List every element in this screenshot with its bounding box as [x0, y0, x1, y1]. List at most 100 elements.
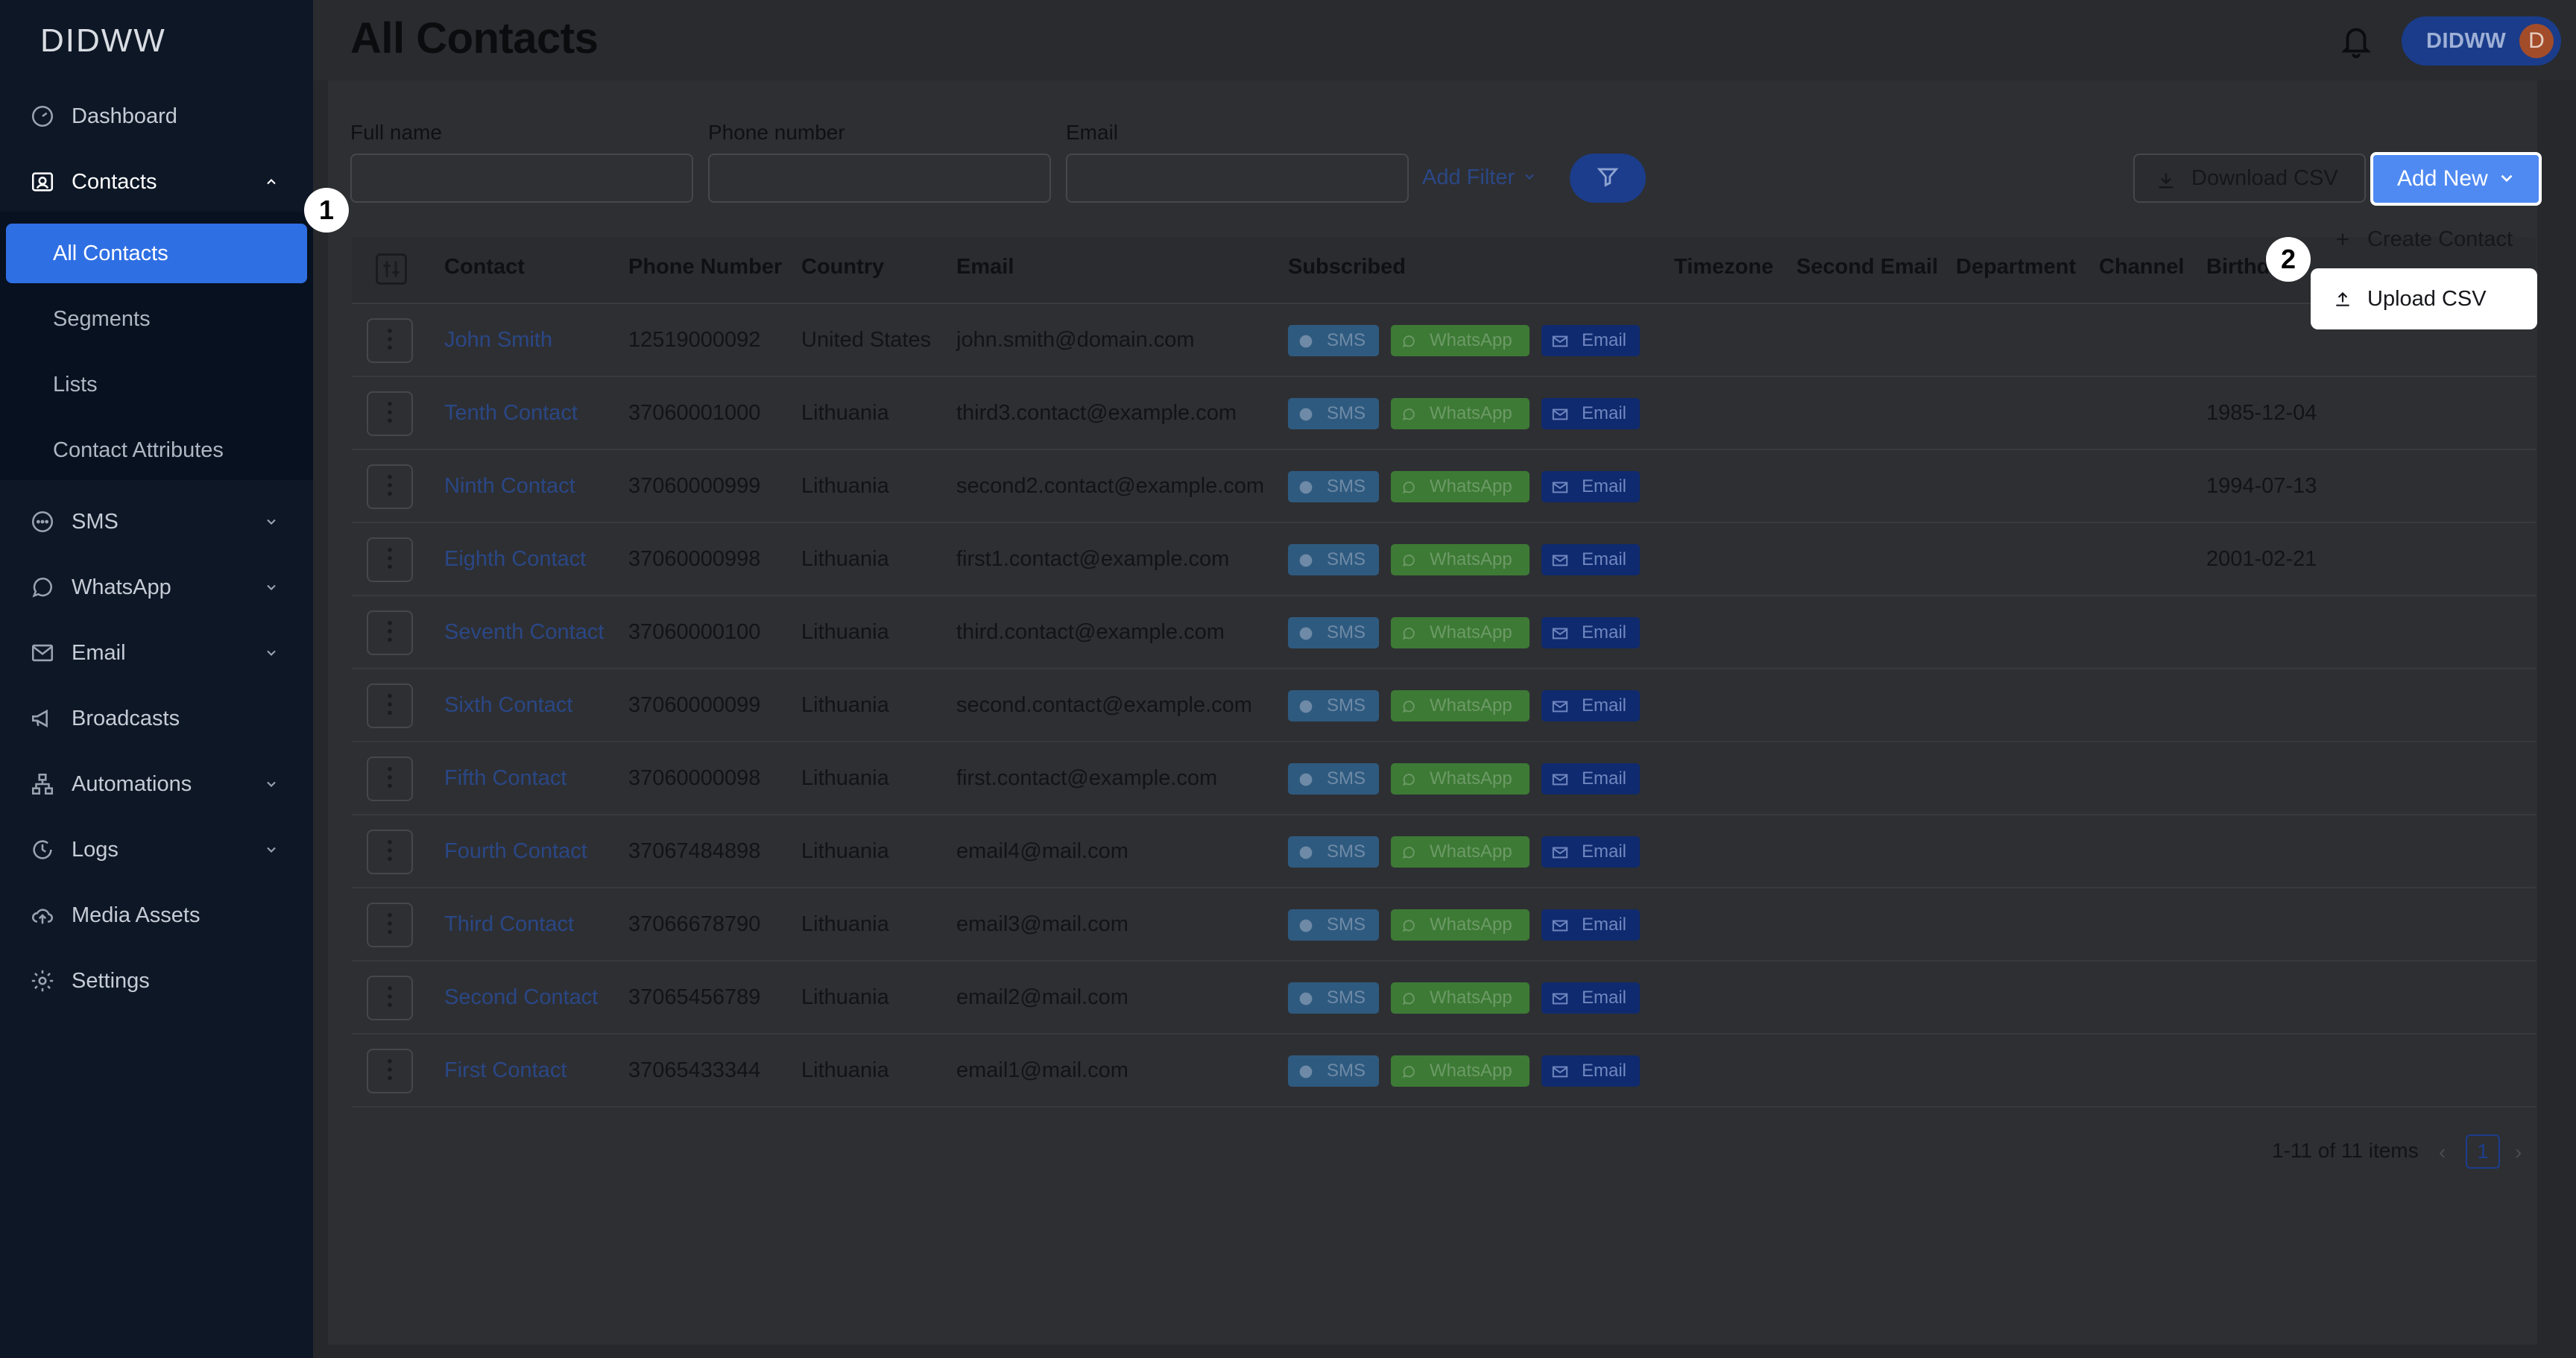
upload-csv-option[interactable]: Upload CSV	[2311, 268, 2537, 329]
contact-name-link[interactable]: Fourth Contact	[444, 839, 587, 864]
add-new-button[interactable]: Add New	[2370, 152, 2542, 206]
notification-bell-icon[interactable]	[2339, 22, 2373, 60]
upload-csv-label: Upload CSV	[2367, 286, 2487, 311]
mail-icon	[1552, 771, 1568, 792]
sms-badge: SMS	[1288, 836, 1379, 868]
column-header-email[interactable]: Email	[956, 255, 1014, 280]
row-actions-button[interactable]	[367, 683, 413, 728]
contact-name-link[interactable]: Third Contact	[444, 912, 574, 937]
email-cell: john.smith@domain.com	[956, 328, 1195, 352]
contact-name-link[interactable]: Ninth Contact	[444, 474, 575, 499]
row-actions-button[interactable]	[367, 903, 413, 947]
sidebar-item-contacts[interactable]: Contacts	[0, 152, 313, 212]
country-cell: Lithuania	[801, 985, 889, 1009]
page-title: All Contacts	[350, 14, 599, 63]
sidebar-item-automations[interactable]: Automations	[0, 754, 313, 814]
contact-name-link[interactable]: Eighth Contact	[444, 547, 586, 572]
row-actions-button[interactable]	[367, 757, 413, 801]
kebab-icon	[386, 693, 394, 719]
column-header-channel[interactable]: Channel	[2099, 255, 2184, 280]
badge-label: WhatsApp	[1430, 622, 1512, 642]
flow-icon	[28, 770, 57, 798]
clock-icon	[28, 836, 57, 864]
sidebar-item-lists[interactable]: Lists	[0, 355, 313, 414]
download-csv-label: Download CSV	[2191, 165, 2338, 190]
sidebar-item-all-contacts[interactable]: All Contacts	[6, 224, 307, 283]
column-header-subscribed[interactable]: Subscribed	[1288, 255, 1406, 280]
column-header-contact[interactable]: Contact	[444, 255, 525, 280]
contact-name-link[interactable]: Second Contact	[444, 985, 598, 1010]
mail-icon	[1552, 479, 1568, 500]
email-badge: Email	[1541, 690, 1640, 721]
sidebar-item-whatsapp[interactable]: WhatsApp	[0, 558, 313, 617]
phone-number-input[interactable]	[708, 154, 1051, 203]
country-cell: Lithuania	[801, 547, 889, 571]
contact-name-link[interactable]: Tenth Contact	[444, 401, 578, 426]
badge-label: WhatsApp	[1430, 988, 1512, 1008]
phone-number-label: Phone number	[708, 121, 845, 144]
contact-name-link[interactable]: First Contact	[444, 1058, 566, 1083]
create-contact-option[interactable]: Create Contact	[2311, 209, 2537, 270]
mail-icon	[1552, 552, 1568, 573]
whatsapp-icon	[1401, 479, 1416, 500]
phone-cell: 37065456789	[628, 985, 761, 1009]
contact-name-link[interactable]: Fifth Contact	[444, 766, 566, 791]
column-settings-icon[interactable]	[376, 253, 407, 285]
email-badge: Email	[1541, 398, 1640, 429]
email-badge: Email	[1541, 836, 1640, 868]
phone-cell: 12519000092	[628, 328, 761, 352]
sidebar-item-label: Automations	[72, 771, 192, 796]
logo: DIDWW	[40, 22, 166, 59]
add-filter-button[interactable]: Add Filter	[1422, 165, 1537, 190]
row-actions-button[interactable]	[367, 976, 413, 1020]
row-actions-button[interactable]	[367, 610, 413, 655]
row-actions-button[interactable]	[367, 537, 413, 582]
badge-label: SMS	[1327, 768, 1366, 789]
sidebar-item-dashboard[interactable]: Dashboard	[0, 86, 313, 146]
sidebar-item-label: WhatsApp	[72, 575, 171, 599]
row-actions-button[interactable]	[367, 318, 413, 363]
badge-label: Email	[1582, 841, 1627, 862]
chat-icon	[1298, 918, 1313, 938]
badge-label: Email	[1582, 1061, 1627, 1081]
download-csv-button[interactable]: Download CSV	[2133, 154, 2366, 203]
sidebar-item-label: Lists	[53, 372, 98, 397]
row-actions-button[interactable]	[367, 391, 413, 436]
chat-icon	[1298, 333, 1313, 354]
sidebar-item-logs[interactable]: Logs	[0, 820, 313, 879]
sidebar-item-settings[interactable]: Settings	[0, 951, 313, 1011]
email-badge: Email	[1541, 617, 1640, 648]
sidebar-item-broadcasts[interactable]: Broadcasts	[0, 689, 313, 748]
column-header-timezone[interactable]: Timezone	[1674, 255, 1773, 280]
row-actions-button[interactable]	[367, 830, 413, 874]
contact-name-link[interactable]: John Smith	[444, 328, 552, 353]
full-name-input[interactable]	[350, 154, 693, 203]
row-actions-button[interactable]	[367, 464, 413, 509]
pagination-prev-icon[interactable]: ‹	[2439, 1140, 2446, 1164]
contact-name-link[interactable]: Seventh Contact	[444, 620, 604, 645]
column-header-country[interactable]: Country	[801, 255, 884, 280]
sidebar-item-segments[interactable]: Segments	[0, 289, 313, 349]
column-header-second-email[interactable]: Second Email	[1796, 255, 1938, 280]
sidebar-item-contact-attributes[interactable]: Contact Attributes	[0, 420, 313, 480]
badge-label: WhatsApp	[1430, 768, 1512, 789]
email-filter-input[interactable]	[1066, 154, 1409, 203]
sidebar-item-media-assets[interactable]: Media Assets	[0, 885, 313, 945]
sms-badge: SMS	[1288, 982, 1379, 1014]
sms-badge: SMS	[1288, 325, 1379, 356]
contact-name-link[interactable]: Sixth Contact	[444, 693, 572, 718]
column-header-department[interactable]: Department	[1956, 255, 2076, 280]
sidebar-item-sms[interactable]: SMS	[0, 492, 313, 552]
pagination-page-1[interactable]: 1	[2466, 1134, 2500, 1169]
column-header-phone[interactable]: Phone Number	[628, 255, 782, 280]
pagination-next-icon[interactable]: ›	[2515, 1140, 2522, 1164]
row-actions-button[interactable]	[367, 1049, 413, 1093]
sidebar-item-email[interactable]: Email	[0, 623, 313, 683]
badge-label: Email	[1582, 403, 1627, 423]
apply-filter-button[interactable]	[1570, 154, 1646, 203]
badge-label: SMS	[1327, 915, 1366, 935]
badge-label: Email	[1582, 330, 1627, 350]
user-menu[interactable]: DIDWW D	[2402, 16, 2561, 66]
badge-label: SMS	[1327, 988, 1366, 1008]
email-badge: Email	[1541, 471, 1640, 502]
